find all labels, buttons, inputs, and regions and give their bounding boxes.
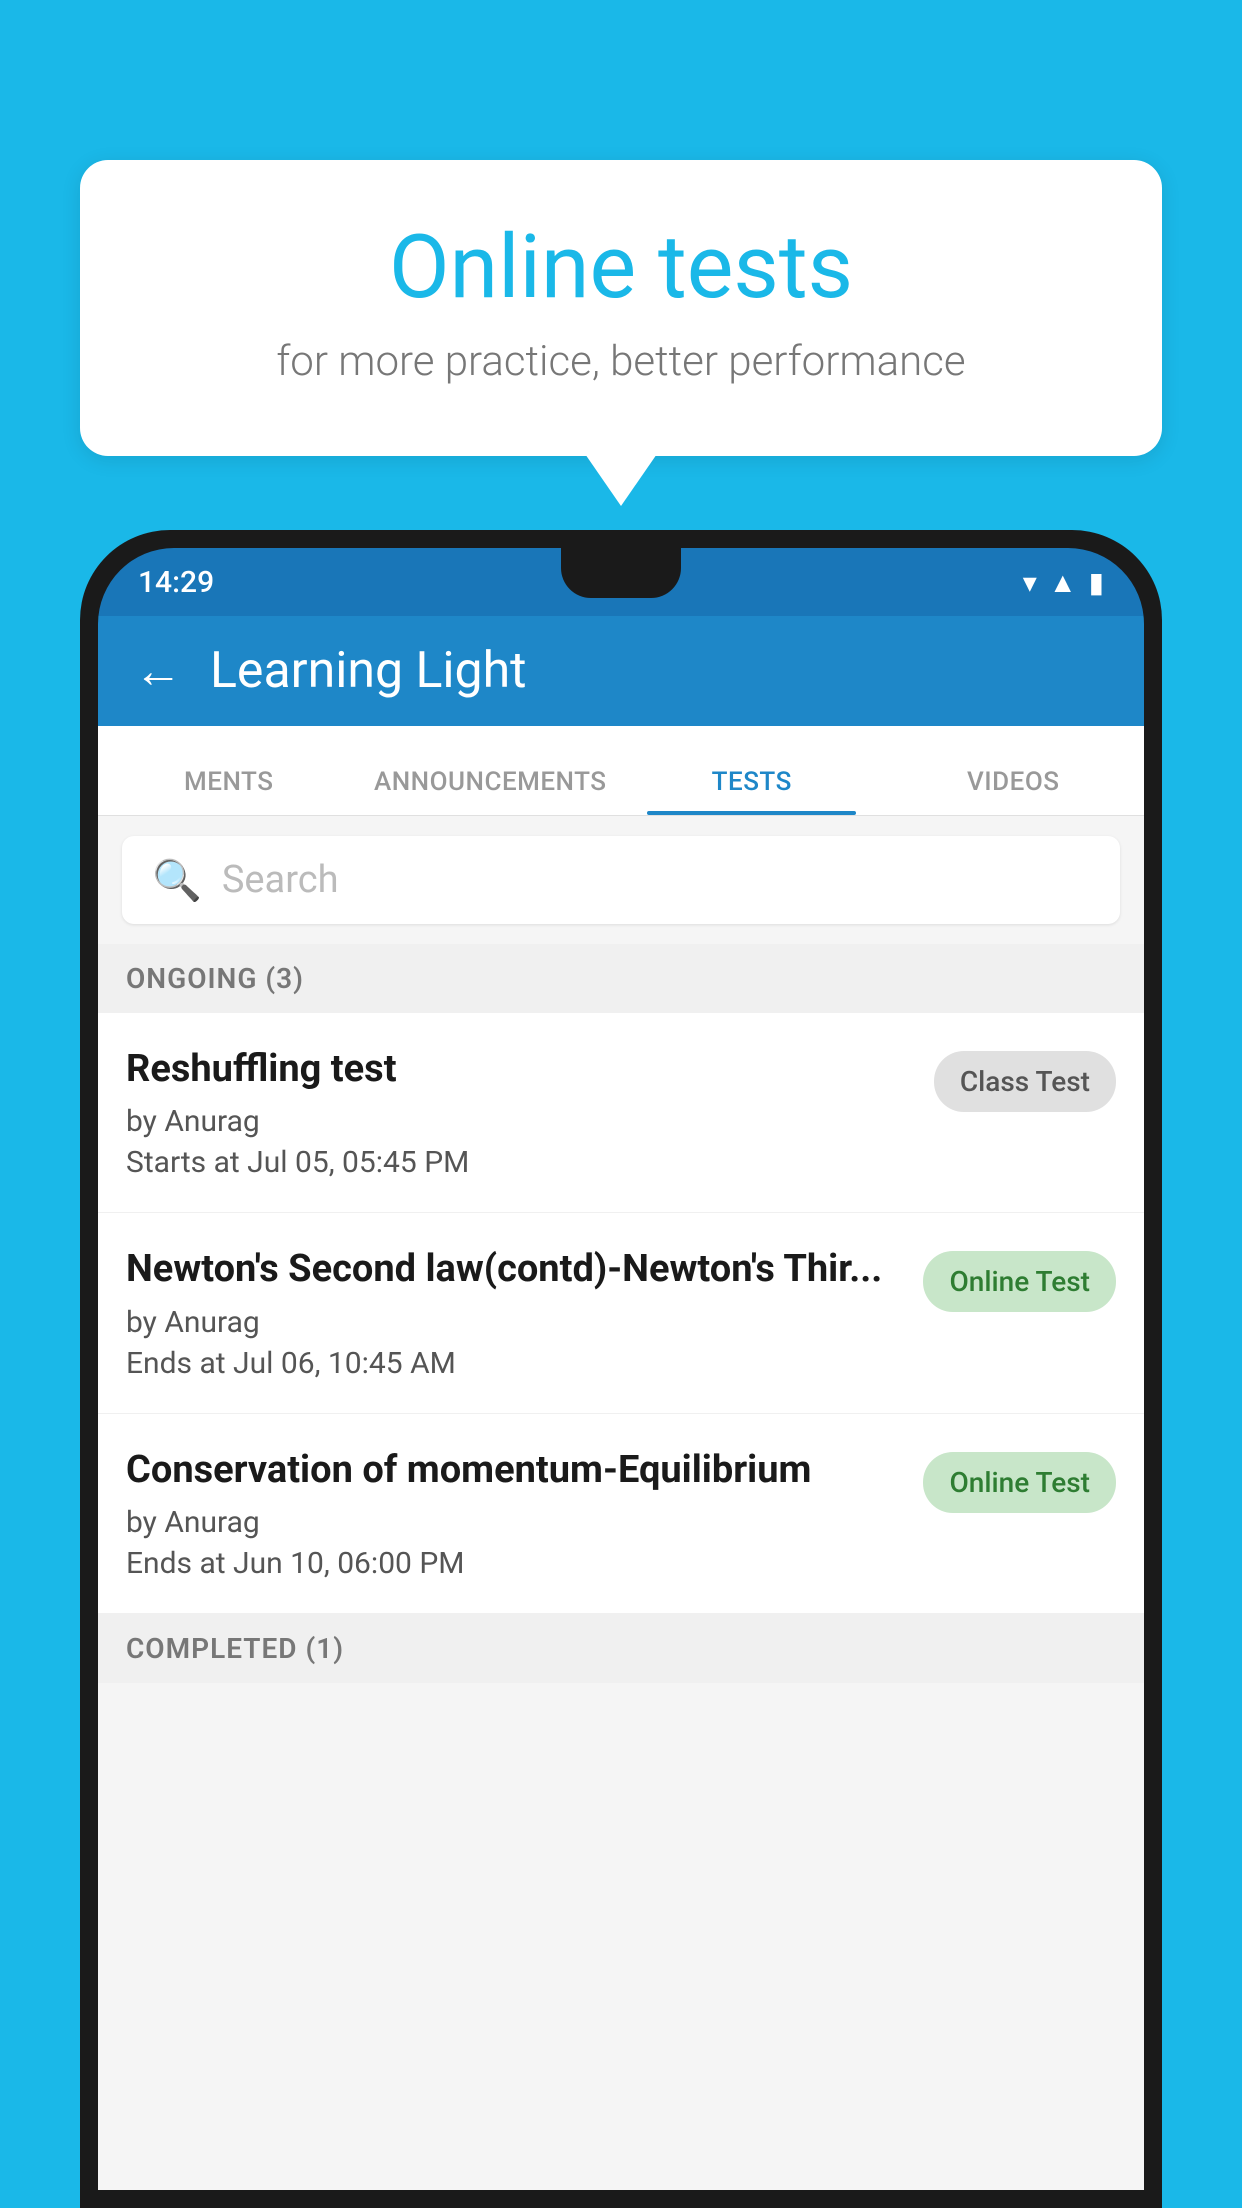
status-icons: ▾ ▲ ▮ [1023, 566, 1104, 599]
tab-tests[interactable]: TESTS [621, 767, 883, 815]
test-item-3[interactable]: Conservation of momentum-Equilibrium by … [98, 1414, 1144, 1614]
bubble-title: Online tests [160, 220, 1082, 317]
bubble-subtitle: for more practice, better performance [160, 337, 1082, 386]
badge-3: Online Test [923, 1452, 1116, 1513]
app-bar-title: Learning Light [210, 642, 527, 700]
tab-ments[interactable]: MENTS [98, 767, 360, 815]
test-info-1: Reshuffling test by Anurag Starts at Jul… [126, 1045, 934, 1180]
test-date-1: Starts at Jul 05, 05:45 PM [126, 1145, 914, 1180]
test-by-3: by Anurag [126, 1505, 903, 1540]
badge-2: Online Test [923, 1251, 1116, 1312]
search-bar[interactable]: 🔍 Search [122, 836, 1120, 924]
screen-content: 🔍 Search ONGOING (3) Reshuffling test by… [98, 816, 1144, 2190]
test-item-2[interactable]: Newton's Second law(contd)-Newton's Thir… [98, 1213, 1144, 1413]
phone-inner: 14:29 ▾ ▲ ▮ ← Learning Light MENTS ANNOU… [98, 548, 1144, 2190]
badge-1: Class Test [934, 1051, 1116, 1112]
test-item-1[interactable]: Reshuffling test by Anurag Starts at Jul… [98, 1013, 1144, 1213]
notch [561, 548, 681, 598]
app-bar: ← Learning Light [98, 616, 1144, 726]
phone-wrapper: 14:29 ▾ ▲ ▮ ← Learning Light MENTS ANNOU… [80, 530, 1162, 2208]
tab-videos[interactable]: VIDEOS [883, 767, 1145, 815]
test-info-3: Conservation of momentum-Equilibrium by … [126, 1446, 923, 1581]
test-name-2: Newton's Second law(contd)-Newton's Thir… [126, 1245, 903, 1294]
test-name-3: Conservation of momentum-Equilibrium [126, 1446, 903, 1495]
phone-outer: 14:29 ▾ ▲ ▮ ← Learning Light MENTS ANNOU… [80, 530, 1162, 2208]
search-container: 🔍 Search [98, 816, 1144, 944]
content-area: Reshuffling test by Anurag Starts at Jul… [98, 1013, 1144, 1683]
speech-bubble: Online tests for more practice, better p… [80, 160, 1162, 456]
search-placeholder: Search [222, 858, 339, 902]
status-time: 14:29 [138, 565, 214, 600]
test-date-3: Ends at Jun 10, 06:00 PM [126, 1546, 903, 1581]
completed-section-header: COMPLETED (1) [98, 1614, 1144, 1683]
test-date-2: Ends at Jul 06, 10:45 AM [126, 1346, 903, 1381]
back-button[interactable]: ← [134, 647, 182, 695]
test-by-2: by Anurag [126, 1305, 903, 1340]
search-icon: 🔍 [152, 857, 202, 904]
battery-icon: ▮ [1089, 566, 1104, 599]
tabs-container: MENTS ANNOUNCEMENTS TESTS VIDEOS [98, 726, 1144, 816]
signal-icon: ▲ [1049, 566, 1077, 599]
test-by-1: by Anurag [126, 1104, 914, 1139]
test-name-1: Reshuffling test [126, 1045, 914, 1094]
tab-announcements[interactable]: ANNOUNCEMENTS [360, 767, 622, 815]
wifi-icon: ▾ [1023, 566, 1037, 599]
status-bar: 14:29 ▾ ▲ ▮ [98, 548, 1144, 616]
test-info-2: Newton's Second law(contd)-Newton's Thir… [126, 1245, 923, 1380]
ongoing-section-header: ONGOING (3) [98, 944, 1144, 1013]
